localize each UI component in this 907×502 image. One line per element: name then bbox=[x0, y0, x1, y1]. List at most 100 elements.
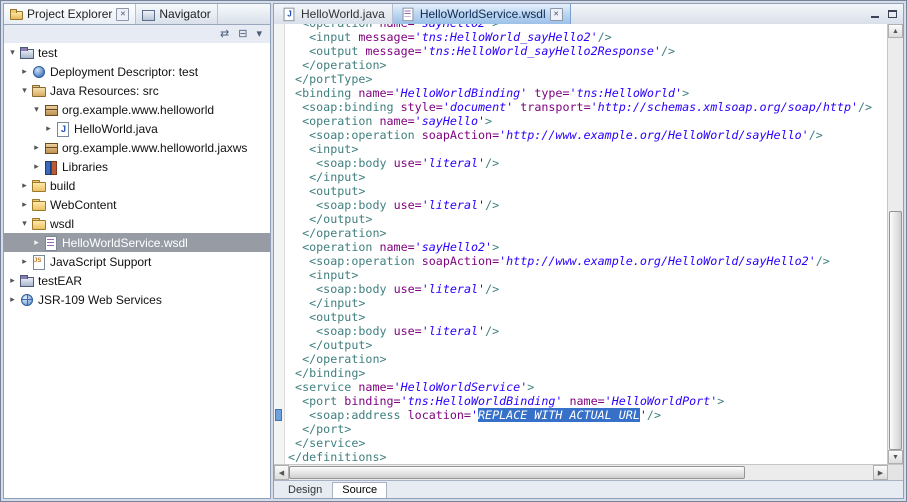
code-line[interactable]: </binding> bbox=[288, 366, 887, 380]
code-line[interactable]: </output> bbox=[288, 338, 887, 352]
expand-arrow-icon[interactable]: ▸ bbox=[18, 180, 31, 191]
editor-mode-tabs: Design Source bbox=[274, 480, 903, 498]
expand-arrow-icon[interactable]: ▸ bbox=[30, 161, 43, 172]
code-line-selected[interactable]: <soap:address location='REPLACE WITH ACT… bbox=[288, 408, 887, 422]
code-line[interactable]: <soap:operation soapAction='http://www.e… bbox=[288, 128, 887, 142]
code-line[interactable]: </port> bbox=[288, 422, 887, 436]
collapse-arrow-icon[interactable]: ▾ bbox=[6, 47, 19, 58]
code-token-tag: <soap:body bbox=[288, 282, 394, 296]
expand-arrow-icon[interactable]: ▸ bbox=[18, 256, 31, 267]
horizontal-scrollbar[interactable]: ◀ ▶ bbox=[274, 464, 888, 480]
code-line[interactable]: <input message='tns:HelloWorld_sayHello2… bbox=[288, 30, 887, 44]
expand-arrow-icon[interactable]: ▸ bbox=[30, 237, 43, 248]
collapse-all-icon[interactable]: ⊟ bbox=[238, 28, 247, 40]
code-token-tag: /> bbox=[815, 254, 830, 268]
horizontal-scroll-track[interactable] bbox=[289, 465, 873, 480]
close-icon[interactable]: ✕ bbox=[549, 7, 563, 21]
scroll-up-icon[interactable]: ▲ bbox=[888, 24, 903, 38]
code-token-attr: name= bbox=[358, 380, 394, 394]
scroll-left-icon[interactable]: ◀ bbox=[274, 465, 289, 480]
tab-helloworldservice-wsdl[interactable]: HelloWorldService.wsdl ✕ bbox=[392, 4, 571, 24]
tree-item-helloworldservice-wsdl[interactable]: ▸ HelloWorldService.wsdl bbox=[4, 233, 270, 252]
code-line[interactable]: </service> bbox=[288, 436, 887, 450]
code-line[interactable]: </input> bbox=[288, 296, 887, 310]
tab-source[interactable]: Source bbox=[332, 482, 388, 498]
minimize-icon[interactable] bbox=[870, 9, 881, 19]
code-token-tag: </portType> bbox=[288, 72, 373, 86]
tab-project-explorer[interactable]: Project Explorer ✕ bbox=[4, 4, 137, 24]
expand-arrow-icon[interactable]: ▸ bbox=[18, 199, 31, 210]
code-token-tag: > bbox=[682, 86, 690, 100]
tab-helloworld-java[interactable]: HelloWorld.java bbox=[274, 4, 393, 24]
tree-item-helloworld-java[interactable]: ▸ HelloWorld.java bbox=[4, 119, 270, 138]
code-line[interactable]: </input> bbox=[288, 170, 887, 184]
code-line[interactable]: </output> bbox=[288, 212, 887, 226]
tree-item-deployment-descriptor-test[interactable]: ▸ Deployment Descriptor: test bbox=[4, 62, 270, 81]
tree-item-java-resources-src[interactable]: ▾ Java Resources: src bbox=[4, 81, 270, 100]
tree-item-javascript-support[interactable]: ▸ JavaScript Support bbox=[4, 252, 270, 271]
tree-item-jsr-109-web-services[interactable]: ▸ JSR-109 Web Services bbox=[4, 290, 270, 309]
code-line[interactable]: <soap:body use='literal'/> bbox=[288, 198, 887, 212]
code-line[interactable]: <soap:body use='literal'/> bbox=[288, 156, 887, 170]
code-line[interactable]: </portType> bbox=[288, 72, 887, 86]
tab-design[interactable]: Design bbox=[278, 482, 332, 498]
link-with-editor-icon[interactable]: ⇄ bbox=[220, 28, 229, 40]
code-line[interactable]: <output> bbox=[288, 310, 887, 324]
maximize-icon[interactable] bbox=[887, 9, 898, 19]
code-line[interactable]: <port binding='tns:HelloWorldBinding' na… bbox=[288, 394, 887, 408]
scroll-down-icon[interactable]: ▼ bbox=[888, 450, 903, 464]
scroll-right-icon[interactable]: ▶ bbox=[873, 465, 888, 480]
code-token-attr: soapAction= bbox=[421, 128, 500, 142]
code-line[interactable]: <soap:body use='literal'/> bbox=[288, 282, 887, 296]
code-line[interactable]: <operation name='sayHello'> bbox=[288, 114, 887, 128]
tree-item-org-example-www-helloworld[interactable]: ▾ org.example.www.helloworld bbox=[4, 100, 270, 119]
code-line[interactable]: <soap:body use='literal'/> bbox=[288, 324, 887, 338]
tree-item-libraries[interactable]: ▸ Libraries bbox=[4, 157, 270, 176]
collapse-arrow-icon[interactable]: ▾ bbox=[18, 85, 31, 96]
code-token-attr: soapAction= bbox=[421, 254, 500, 268]
vertical-scroll-thumb[interactable] bbox=[889, 211, 902, 450]
code-line[interactable]: <service name='HelloWorldService'> bbox=[288, 380, 887, 394]
code-area[interactable]: <operation name='sayHello2'> <input mess… bbox=[285, 24, 887, 464]
tree-item-build[interactable]: ▸ build bbox=[4, 176, 270, 195]
tree-item-org-example-www-helloworld-jaxws[interactable]: ▸ org.example.www.helloworld.jaxws bbox=[4, 138, 270, 157]
tree-item-testear[interactable]: ▸ testEAR bbox=[4, 271, 270, 290]
vertical-scrollbar[interactable]: ▲ ▼ bbox=[887, 24, 903, 464]
tree-item-webcontent[interactable]: ▸ WebContent bbox=[4, 195, 270, 214]
collapse-arrow-icon[interactable]: ▾ bbox=[18, 218, 31, 229]
expand-arrow-icon[interactable]: ▸ bbox=[18, 66, 31, 77]
code-token-tag: /> bbox=[597, 30, 612, 44]
code-token-attr: use= bbox=[393, 156, 422, 170]
code-line[interactable]: <binding name='HelloWorldBinding' type='… bbox=[288, 86, 887, 100]
horizontal-scroll-thumb[interactable] bbox=[289, 466, 745, 479]
tab-navigator[interactable]: Navigator bbox=[136, 4, 218, 24]
folder-icon bbox=[31, 179, 47, 193]
code-token-tag: </port> bbox=[288, 422, 352, 436]
collapse-arrow-icon[interactable]: ▾ bbox=[30, 104, 43, 115]
code-line[interactable]: <soap:operation soapAction='http://www.e… bbox=[288, 254, 887, 268]
code-line[interactable]: <soap:binding style='document' transport… bbox=[288, 100, 887, 114]
expand-arrow-icon[interactable]: ▸ bbox=[6, 294, 19, 305]
expand-arrow-icon[interactable]: ▸ bbox=[30, 142, 43, 153]
tree-item-wsdl[interactable]: ▾ wsdl bbox=[4, 214, 270, 233]
code-line[interactable]: </definitions> bbox=[288, 450, 887, 464]
editor-tab-label: HelloWorldService.wsdl bbox=[419, 7, 546, 21]
code-line[interactable]: </operation> bbox=[288, 58, 887, 72]
tree-item-test[interactable]: ▾ test bbox=[4, 43, 270, 62]
code-line[interactable]: <output message='tns:HelloWorld_sayHello… bbox=[288, 44, 887, 58]
code-token-value: 'tns:HelloWorld' bbox=[569, 86, 683, 100]
vertical-scroll-track[interactable] bbox=[888, 38, 903, 450]
expand-arrow-icon[interactable]: ▸ bbox=[6, 275, 19, 286]
expand-arrow-icon[interactable]: ▸ bbox=[42, 123, 55, 134]
code-token-tag: </definitions> bbox=[288, 450, 387, 464]
code-line[interactable]: </operation> bbox=[288, 352, 887, 366]
code-line[interactable]: </operation> bbox=[288, 226, 887, 240]
code-line[interactable]: <input> bbox=[288, 142, 887, 156]
editor-gutter[interactable] bbox=[274, 24, 285, 464]
code-line[interactable]: <input> bbox=[288, 268, 887, 282]
code-line[interactable]: <output> bbox=[288, 184, 887, 198]
close-icon[interactable]: ✕ bbox=[116, 7, 130, 21]
view-menu-icon[interactable]: ▾ bbox=[256, 28, 262, 40]
code-line[interactable]: <operation name='sayHello2'> bbox=[288, 240, 887, 254]
code-token-value: 'tns:HelloWorldBinding' bbox=[400, 394, 563, 408]
